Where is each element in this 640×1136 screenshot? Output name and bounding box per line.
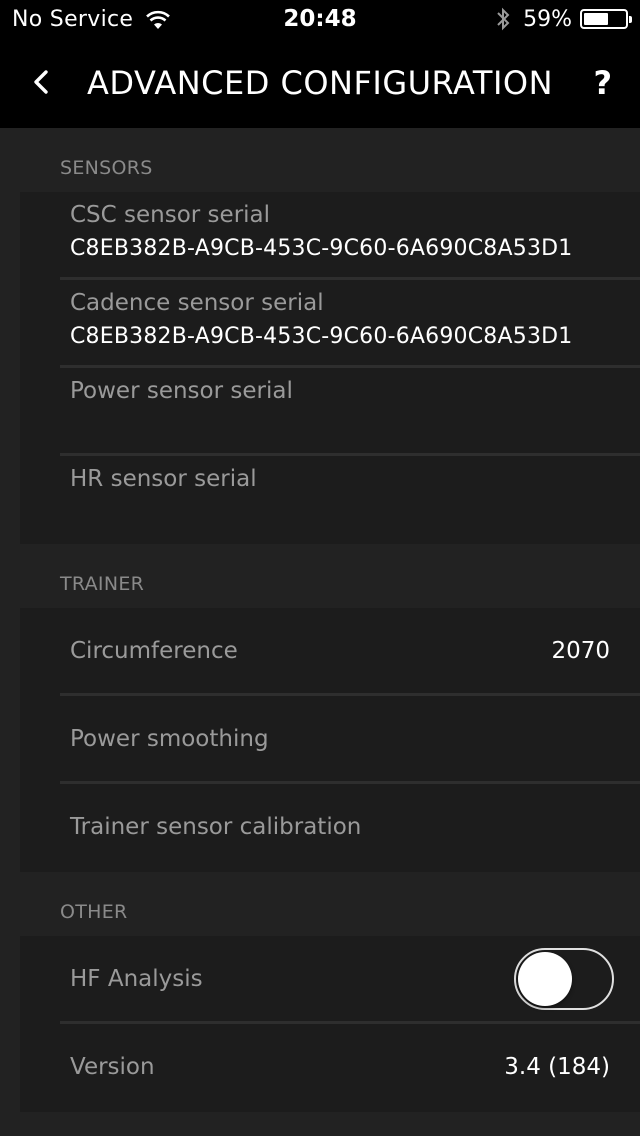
- row-power-smoothing[interactable]: Power smoothing: [20, 696, 640, 784]
- hf-analysis-toggle[interactable]: [514, 948, 614, 1010]
- csc-sensor-label: CSC sensor serial: [70, 202, 271, 228]
- status-bar: No Service 20:48 59%: [0, 0, 640, 40]
- status-right: 59%: [495, 6, 632, 32]
- battery-fill: [584, 13, 608, 25]
- row-cadence-sensor[interactable]: Cadence sensor serial C8EB382B-A9CB-453C…: [20, 280, 640, 368]
- help-button[interactable]: ?: [593, 64, 612, 102]
- section-header-trainer: TRAINER: [60, 573, 145, 595]
- trainer-calibration-label: Trainer sensor calibration: [70, 814, 362, 840]
- nav-bar: ADVANCED CONFIGURATION ?: [0, 40, 640, 128]
- page-title: ADVANCED CONFIGURATION: [87, 64, 553, 102]
- row-circumference[interactable]: Circumference 2070: [20, 608, 640, 696]
- circumference-value: 2070: [551, 638, 610, 664]
- other-group: HF Analysis Version 3.4 (184): [20, 936, 640, 1112]
- battery-icon: [580, 9, 632, 29]
- power-sensor-label: Power sensor serial: [70, 378, 293, 404]
- row-version: Version 3.4 (184): [20, 1024, 640, 1112]
- trainer-group: Circumference 2070 Power smoothing Train…: [20, 608, 640, 872]
- battery-nub: [629, 16, 632, 23]
- hr-sensor-label: HR sensor serial: [70, 466, 257, 492]
- cadence-sensor-label: Cadence sensor serial: [70, 290, 324, 316]
- row-power-sensor[interactable]: Power sensor serial: [20, 368, 640, 456]
- version-value: 3.4 (184): [504, 1054, 610, 1080]
- version-label: Version: [70, 1054, 155, 1080]
- battery-percent: 59%: [523, 6, 572, 32]
- hf-analysis-label: HF Analysis: [70, 966, 203, 992]
- section-header-sensors: SENSORS: [60, 157, 153, 179]
- circumference-label: Circumference: [70, 638, 238, 664]
- sensors-group: CSC sensor serial C8EB382B-A9CB-453C-9C6…: [20, 192, 640, 544]
- section-header-other: OTHER: [60, 901, 128, 923]
- row-hf-analysis: HF Analysis: [20, 936, 640, 1024]
- power-smoothing-label: Power smoothing: [70, 726, 269, 752]
- toggle-knob: [518, 952, 572, 1006]
- csc-sensor-value: C8EB382B-A9CB-453C-9C60-6A690C8A53D1: [70, 236, 573, 261]
- row-hr-sensor[interactable]: HR sensor serial: [20, 456, 640, 544]
- bluetooth-icon: [497, 7, 510, 31]
- row-csc-sensor[interactable]: CSC sensor serial C8EB382B-A9CB-453C-9C6…: [20, 192, 640, 280]
- cadence-sensor-value: C8EB382B-A9CB-453C-9C60-6A690C8A53D1: [70, 324, 573, 349]
- row-trainer-calibration[interactable]: Trainer sensor calibration: [20, 784, 640, 872]
